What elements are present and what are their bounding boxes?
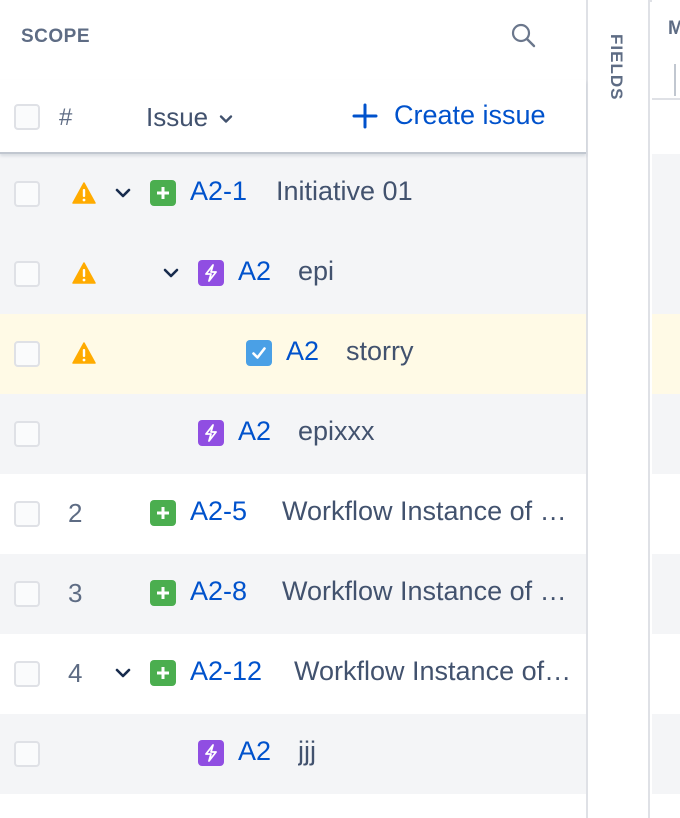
fields-label: FIELDS bbox=[607, 34, 626, 101]
issue-summary[interactable]: Workflow Instance of Initiative bbox=[282, 576, 572, 607]
right-panel-row bbox=[652, 394, 680, 474]
row-rank: 2 bbox=[68, 498, 83, 528]
epic-icon bbox=[198, 260, 224, 286]
table-row[interactable]: A2-1 Initiative 01 bbox=[0, 154, 586, 234]
right-panel-row bbox=[652, 314, 680, 394]
warning-icon[interactable] bbox=[72, 262, 96, 284]
table-row[interactable]: 2 A2-5 Workflow Instance of Initiative bbox=[0, 474, 586, 554]
chevron-down-icon[interactable] bbox=[114, 184, 132, 202]
issue-key-link[interactable]: A2 bbox=[238, 416, 271, 447]
select-all-checkbox[interactable] bbox=[14, 104, 40, 130]
right-panel-row bbox=[652, 714, 680, 794]
right-panel-divider bbox=[674, 64, 676, 96]
row-rank: 4 bbox=[68, 658, 83, 688]
warning-icon[interactable] bbox=[72, 182, 96, 204]
issue-summary[interactable]: epixxx bbox=[298, 416, 375, 447]
search-icon[interactable] bbox=[510, 22, 538, 50]
issue-key-link[interactable]: A2-5 bbox=[190, 496, 247, 527]
warning-icon[interactable] bbox=[72, 342, 96, 364]
issue-summary[interactable]: Workflow Instance of Initiative bbox=[282, 496, 572, 527]
initiative-icon bbox=[150, 580, 176, 606]
initiative-icon bbox=[150, 660, 176, 686]
table-row[interactable]: A2 jjj bbox=[0, 714, 586, 794]
story-icon bbox=[246, 340, 272, 366]
right-panel-header: M bbox=[668, 18, 680, 39]
fields-panel-toggle[interactable]: FIELDS bbox=[586, 0, 650, 818]
row-rank: 3 bbox=[68, 578, 83, 608]
issue-key-link[interactable]: A2 bbox=[238, 256, 271, 287]
row-checkbox[interactable] bbox=[14, 341, 40, 367]
row-checkbox[interactable] bbox=[14, 661, 40, 687]
right-panel-row bbox=[652, 554, 680, 634]
row-checkbox[interactable] bbox=[14, 501, 40, 527]
right-panel-row bbox=[652, 154, 680, 234]
issue-summary[interactable]: storry bbox=[346, 336, 414, 367]
table-row[interactable]: A2 epixxx bbox=[0, 394, 586, 474]
row-checkbox[interactable] bbox=[14, 261, 40, 287]
issue-key-link[interactable]: A2-12 bbox=[190, 656, 262, 687]
right-panel-row bbox=[652, 474, 680, 554]
initiative-icon bbox=[150, 180, 176, 206]
plus-icon bbox=[352, 103, 378, 128]
chevron-down-icon[interactable] bbox=[114, 664, 132, 682]
create-issue-label: Create issue bbox=[394, 100, 546, 130]
right-panel: M bbox=[652, 0, 680, 818]
issue-key-link[interactable]: A2-1 bbox=[190, 176, 247, 207]
table-header: # Issue Create issue bbox=[0, 80, 586, 154]
chevron-down-icon[interactable] bbox=[162, 264, 180, 282]
issue-key-link[interactable]: A2 bbox=[286, 336, 319, 367]
rank-column-header: # bbox=[59, 104, 73, 131]
right-panel-header-border bbox=[652, 98, 680, 100]
row-checkbox[interactable] bbox=[14, 181, 40, 207]
table-row[interactable]: 3 A2-8 Workflow Instance of Initiative bbox=[0, 554, 586, 634]
row-checkbox[interactable] bbox=[14, 421, 40, 447]
issue-summary[interactable]: Initiative 01 bbox=[276, 176, 413, 207]
issue-column-label: Issue bbox=[146, 102, 209, 132]
table-row[interactable]: 4 A2-12 Workflow Instance of Initiative bbox=[0, 634, 586, 714]
issue-key-link[interactable]: A2-8 bbox=[190, 576, 247, 607]
row-checkbox[interactable] bbox=[14, 741, 40, 767]
scope-panel: SCOPE # Issue Create issue A2-1 Initiativ… bbox=[0, 0, 586, 818]
table-row[interactable]: A2 epi bbox=[0, 234, 586, 314]
issue-key-link[interactable]: A2 bbox=[238, 736, 271, 767]
row-checkbox[interactable] bbox=[14, 581, 40, 607]
issue-summary[interactable]: Workflow Instance of Initiative bbox=[294, 656, 572, 687]
create-issue-button[interactable]: Create issue bbox=[352, 100, 546, 131]
right-panel-row bbox=[652, 234, 680, 314]
table-row[interactable]: A2 storry bbox=[0, 314, 586, 394]
issue-summary[interactable]: epi bbox=[298, 256, 334, 287]
scope-title: SCOPE bbox=[21, 26, 91, 47]
epic-icon bbox=[198, 420, 224, 446]
epic-icon bbox=[198, 740, 224, 766]
issue-summary[interactable]: jjj bbox=[298, 736, 316, 767]
issue-column-header[interactable]: Issue bbox=[146, 102, 234, 133]
chevron-down-icon bbox=[219, 115, 233, 123]
right-panel-row bbox=[652, 634, 680, 714]
initiative-icon bbox=[150, 500, 176, 526]
